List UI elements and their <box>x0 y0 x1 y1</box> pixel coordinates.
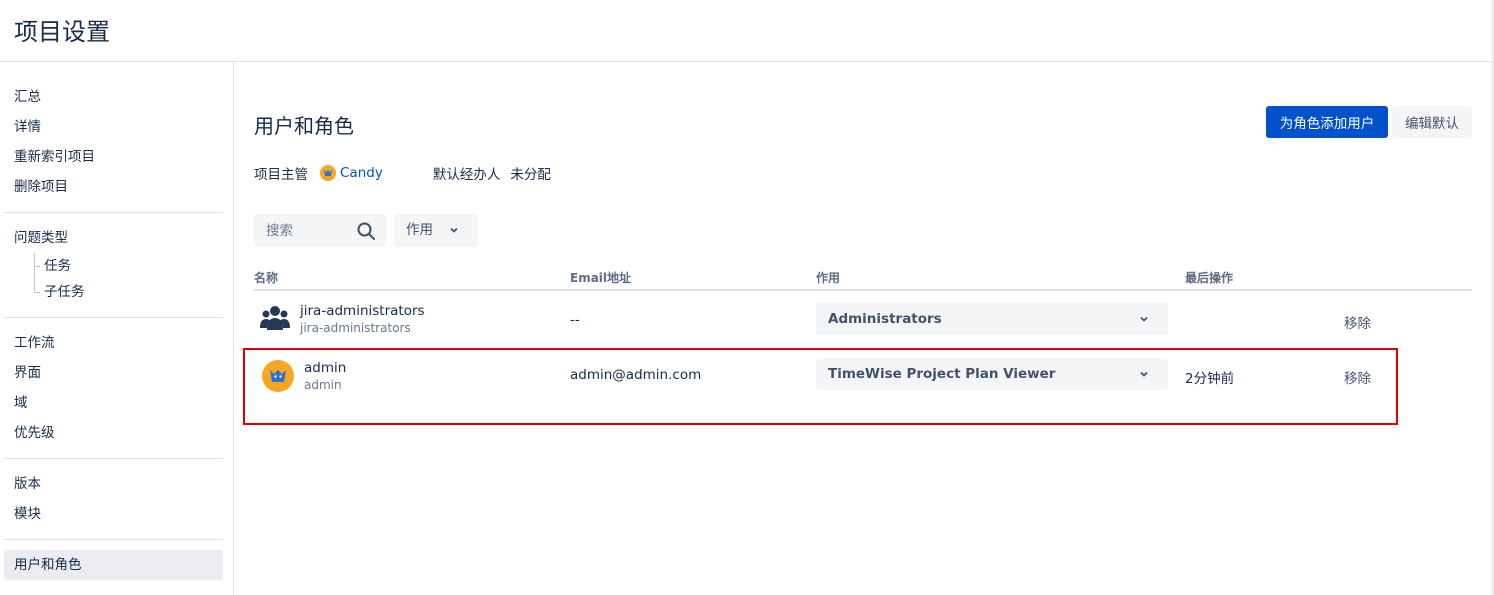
email-cell: admin@admin.com <box>570 367 702 383</box>
avatar <box>262 360 294 392</box>
sidebar-item-workflow[interactable]: 工作流 <box>4 328 223 358</box>
last-action-cell: 2分钟前 <box>1185 371 1235 387</box>
default-assignee-label: 默认经办人 <box>432 167 501 183</box>
nav-group-workflow: 工作流 界面 域 优先级 <box>4 318 223 459</box>
section-title: 用户和角色 <box>254 114 354 138</box>
search-icon[interactable] <box>356 221 376 241</box>
chevron-down-icon <box>1140 371 1148 377</box>
project-lead-label: 项目主管 <box>254 167 308 183</box>
table-row: admin admin admin@admin.com TimeWise Pro… <box>254 352 1472 407</box>
email-cell: -- <box>570 312 580 328</box>
search-box <box>254 214 386 247</box>
role-select[interactable]: Administrators <box>816 303 1168 335</box>
role-select-value: TimeWise Project Plan Viewer <box>828 366 1056 382</box>
column-last-action[interactable]: 最后操作 <box>1185 269 1233 286</box>
edit-defaults-button[interactable]: 编辑默认 <box>1392 106 1472 138</box>
tree-line <box>34 253 35 293</box>
user-subname: admin <box>304 378 342 392</box>
page-header: 项目设置 <box>0 0 1494 62</box>
remove-link[interactable]: 移除 <box>1344 367 1371 387</box>
chevron-down-icon <box>450 227 458 233</box>
lead-avatar-icon <box>320 165 336 181</box>
nav-group-versions: 版本 模块 <box>4 459 223 540</box>
avatar-icon <box>270 370 286 382</box>
column-name[interactable]: 名称 <box>254 269 278 286</box>
page-title: 项目设置 <box>14 18 110 46</box>
remove-link[interactable]: 移除 <box>1344 312 1371 332</box>
sidebar-item-versions[interactable]: 版本 <box>4 469 223 499</box>
sidebar-item-summary[interactable]: 汇总 <box>4 82 223 112</box>
sidebar-item-users-and-roles[interactable]: 用户和角色 <box>4 550 223 580</box>
role-filter-label: 作用 <box>406 222 433 238</box>
sidebar-item-task[interactable]: 任务 <box>44 253 223 279</box>
nav-group-summary: 汇总 详情 重新索引项目 删除项目 <box>4 82 223 213</box>
column-email[interactable]: Email地址 <box>570 269 631 286</box>
issue-types-subtree: 任务 子任务 <box>34 253 223 305</box>
sidebar-item-subtask[interactable]: 子任务 <box>44 279 223 305</box>
tree-tick <box>34 266 40 267</box>
sidebar-item-delete-project[interactable]: 删除项目 <box>4 172 223 202</box>
group-name-cell: jira-administrators jira-administrators <box>300 303 425 335</box>
user-name-cell: admin admin <box>304 360 346 392</box>
table-header: 名称 Email地址 作用 最后操作 <box>254 267 1472 291</box>
sidebar-item-issue-types[interactable]: 问题类型 <box>4 223 223 253</box>
sidebar-item-screens[interactable]: 界面 <box>4 358 223 388</box>
sidebar-item-fields[interactable]: 域 <box>4 388 223 418</box>
sidebar: 汇总 详情 重新索引项目 删除项目 问题类型 任务 子任务 工作流 界面 域 优… <box>0 62 234 595</box>
user-name[interactable]: admin <box>304 360 346 376</box>
group-name[interactable]: jira-administrators <box>300 303 425 319</box>
role-select-value: Administrators <box>828 311 942 327</box>
default-assignee-value: 未分配 <box>510 167 551 183</box>
table-row: jira-administrators jira-administrators … <box>254 297 1472 352</box>
role-filter-dropdown[interactable]: 作用 <box>394 214 478 247</box>
tree-tick <box>34 292 40 293</box>
sidebar-item-components[interactable]: 模块 <box>4 499 223 529</box>
chevron-down-icon <box>1140 316 1148 322</box>
column-role[interactable]: 作用 <box>816 269 840 286</box>
group-icon <box>260 303 290 331</box>
group-subname: jira-administrators <box>300 321 411 335</box>
add-users-to-role-button[interactable]: 为角色添加用户 <box>1266 106 1388 138</box>
project-meta: 项目主管 Candy 默认经办人 未分配 <box>254 163 551 183</box>
sidebar-item-details[interactable]: 详情 <box>4 112 223 142</box>
sidebar-item-reindex[interactable]: 重新索引项目 <box>4 142 223 172</box>
search-input[interactable] <box>254 214 354 247</box>
sidebar-item-priorities[interactable]: 优先级 <box>4 418 223 448</box>
nav-group-issue-types: 问题类型 任务 子任务 <box>4 213 223 318</box>
project-lead-link[interactable]: Candy <box>340 165 383 181</box>
role-select[interactable]: TimeWise Project Plan Viewer <box>816 358 1168 390</box>
